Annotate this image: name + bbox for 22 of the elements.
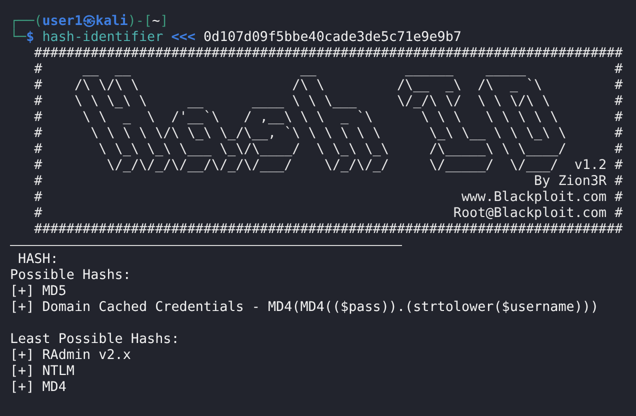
output-line: HASH: (17, 252, 58, 268)
banner-line: # By Zion3R # (33, 174, 623, 190)
banner-line: # \/_/\/_/\/__/\/_/\/___/ \/_/\/_/ \/_____/ \/___/ v1.2 # (33, 158, 623, 174)
banner-line: # __ __ __ ______ _____ # (33, 62, 623, 78)
output-line: [+] NTLM (10, 364, 74, 380)
banner-line: ######################################################################### (33, 222, 623, 238)
banner-line: # Root@Blackploit.com # (33, 206, 623, 222)
output-line: [+] RAdmin v2.x (10, 348, 131, 364)
output-line: [+] Domain Cached Credentials - MD4(MD4(($pass)).(strtolower($username))) (10, 300, 599, 316)
output-line: [+] MD4 (10, 380, 66, 396)
banner-line: # www.Blackploit.com # (33, 190, 623, 206)
banner-line: # \ \ \_\ \ __ ____ \ \ \___ \/_/\ \/ \ \ \/\ \ # (33, 94, 623, 110)
output-line: [+] MD5 (10, 284, 66, 300)
banner-line: # /\ \/\ \ /\ \ /\__ _\ /\ _ `\ # (33, 78, 623, 94)
banner-line: # \ \_\ \_\ \___ \_\/\____/ \ \_\ \_\ /\_____\ \ \____/ # (33, 142, 623, 158)
prompt-line: ┌──(user1㉿kali)-[~] (10, 14, 168, 29)
banner-line: # \ \ _ \ /'__`\ / ,__\ \ \ _ `\ \ \ \ \ \ \ \ \ # (33, 110, 623, 126)
output-line: Possible Hashs: (10, 268, 131, 284)
output-line: Least Possible Hashs: (10, 332, 180, 348)
banner-line: ######################################################################### (33, 46, 623, 62)
banner-line: # \ \ \ \ \/\ \_\ \_/\__, `\ \ \ \ \ \ \_\ \__ \ \ \_\ \ # (33, 126, 623, 142)
command-line: └─$ hash-identifier <<< 0d107d09f5bbe40cade3de5c71e9e9b7 (10, 30, 462, 46)
